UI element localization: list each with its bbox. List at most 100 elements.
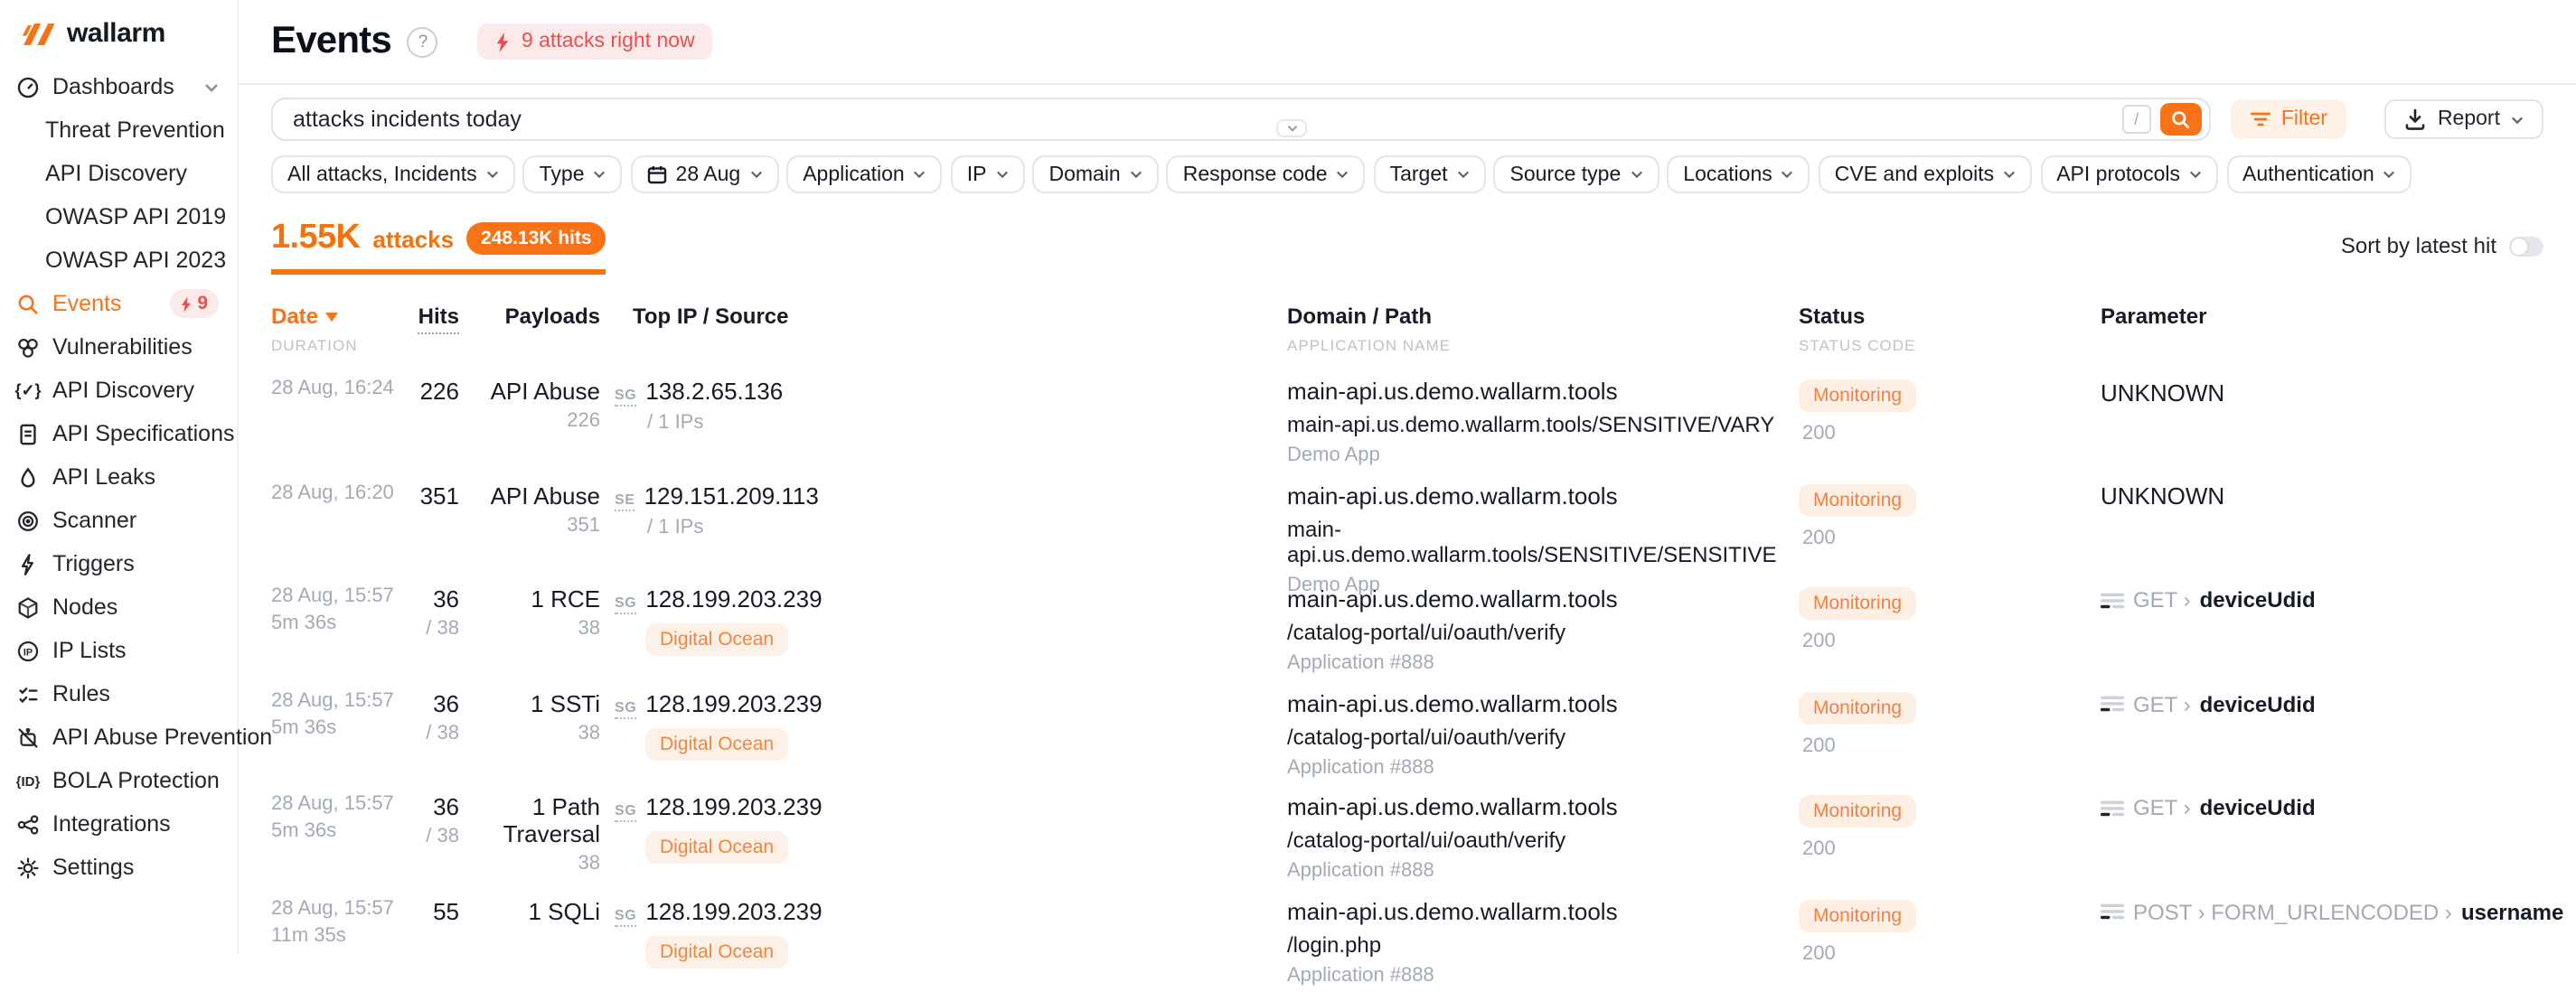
event-hits: 36: [409, 689, 459, 716]
column-date[interactable]: Date: [271, 304, 409, 329]
filter-chip[interactable]: API protocols: [2040, 155, 2218, 193]
sidebar-item-label: Rules: [52, 681, 110, 706]
sidebar-item-api-discovery[interactable]: {✓} API Discovery: [0, 369, 237, 412]
event-hits-total: / 38: [409, 618, 459, 640]
parameter-prefix: GET ›: [2133, 691, 2191, 716]
event-row[interactable]: 28 Aug, 15:57 11m 35s 55 1 SQLi SG: [271, 897, 2543, 1001]
filter-chip[interactable]: Domain: [1032, 155, 1158, 193]
filter-chip[interactable]: Target: [1374, 155, 1486, 193]
column-application-name: APPLICATION NAME: [1287, 336, 1799, 354]
filter-chip[interactable]: Application: [786, 155, 943, 193]
events-table: 28 Aug, 16:24 226 API Abuse 226 SG: [271, 378, 2543, 1001]
event-row[interactable]: 28 Aug, 15:57 5m 36s 36 / 38 1 Path Trav…: [271, 793, 2543, 897]
filter-chip[interactable]: Authentication: [2226, 155, 2412, 193]
radar-icon: [16, 509, 40, 532]
bot-off-icon: [16, 725, 40, 749]
attacks-now-badge[interactable]: 9 attacks right now: [478, 23, 713, 60]
column-duration: DURATION: [271, 336, 409, 354]
search-icon: [2171, 109, 2191, 129]
sort-toggle[interactable]: [2509, 236, 2543, 256]
event-date: 28 Aug, 15:57: [271, 897, 409, 919]
event-application: Application #888: [1287, 652, 1799, 674]
event-domain: main-api.us.demo.wallarm.tools: [1287, 585, 1799, 613]
sidebar-item-owasp-api-2023[interactable]: OWASP API 2023: [0, 239, 237, 282]
sidebar-item-scanner[interactable]: Scanner: [0, 499, 237, 542]
event-domain: main-api.us.demo.wallarm.tools: [1287, 482, 1799, 509]
filter-chip[interactable]: 28 Aug: [631, 155, 779, 193]
sidebar-item-api-abuse-prevention[interactable]: API Abuse Prevention: [0, 716, 237, 759]
help-icon[interactable]: ?: [408, 26, 438, 57]
sidebar-item-vulnerabilities[interactable]: Vulnerabilities: [0, 325, 237, 369]
report-button[interactable]: Report: [2385, 99, 2543, 139]
sidebar-item-events[interactable]: Events 9: [0, 282, 237, 325]
wallarm-logo-icon: [22, 21, 58, 46]
chevron-down-icon: [1286, 125, 1297, 132]
search-input[interactable]: [293, 107, 2122, 132]
table-header: Date DURATION Hits Payloads Top IP / Sou…: [271, 304, 2543, 354]
event-duration: 5m 36s: [271, 716, 409, 738]
status-badge: Monitoring: [1799, 899, 1916, 931]
country-code-badge[interactable]: SG: [615, 802, 636, 822]
country-code-badge[interactable]: SG: [615, 387, 636, 407]
sidebar-item-settings[interactable]: Settings: [0, 846, 237, 889]
filter-chip[interactable]: IP: [951, 155, 1025, 193]
sidebar-item-integrations[interactable]: Integrations: [0, 802, 237, 846]
event-ip: 138.2.65.136: [645, 378, 783, 405]
event-row[interactable]: 28 Aug, 16:24 226 API Abuse 226 SG: [271, 378, 2543, 482]
filter-chip[interactable]: Source type: [1494, 155, 1659, 193]
chevron-down-icon: [1782, 170, 1794, 179]
column-hits[interactable]: Hits: [418, 304, 459, 334]
event-path: /catalog-portal/ui/oauth/verify: [1287, 828, 1799, 853]
event-domain: main-api.us.demo.wallarm.tools: [1287, 897, 1799, 924]
filter-chip[interactable]: Locations: [1667, 155, 1810, 193]
event-date: 28 Aug, 16:20: [271, 482, 409, 503]
filter-chip[interactable]: CVE and exploits: [1819, 155, 2032, 193]
sidebar-item-owasp-api-2019[interactable]: OWASP API 2019: [0, 195, 237, 239]
filter-chip-label: Domain: [1048, 164, 1120, 185]
event-path: /catalog-portal/ui/oauth/verify: [1287, 620, 1799, 645]
sidebar-item-dashboards[interactable]: Dashboards: [0, 65, 237, 108]
filter-chip-label: Locations: [1683, 164, 1772, 185]
parameter-prefix: GET ›: [2133, 795, 2191, 820]
sidebar-item-bola-protection[interactable]: {ID} BOLA Protection: [0, 759, 237, 802]
lightning-icon: [496, 32, 511, 51]
hits-count-badge: 248.13K hits: [466, 222, 606, 255]
sidebar-item-triggers[interactable]: Triggers: [0, 542, 237, 585]
sidebar-item-api-specifications[interactable]: API Specifications: [0, 412, 237, 455]
filter-chip-label: Target: [1390, 164, 1448, 185]
sidebar-item-nodes[interactable]: Nodes: [0, 585, 237, 629]
status-badge: Monitoring: [1799, 587, 1916, 620]
event-ip: 129.151.209.113: [644, 482, 819, 509]
page-title: Events: [271, 20, 391, 63]
filter-chip[interactable]: All attacks, Incidents: [271, 155, 515, 193]
sidebar-item-api-discovery-dashboard[interactable]: API Discovery: [0, 152, 237, 195]
country-code-badge[interactable]: SG: [615, 594, 636, 614]
search-toolbar: / Filter Report: [271, 98, 2543, 141]
country-code-badge[interactable]: SG: [615, 906, 636, 926]
event-row[interactable]: 28 Aug, 16:20 351 API Abuse 351 SE: [271, 482, 2543, 585]
filter-chip[interactable]: Response code: [1167, 155, 1366, 193]
country-code-badge[interactable]: SE: [615, 491, 635, 510]
source-provider-tag: Digital Ocean: [645, 935, 788, 968]
filter-button[interactable]: Filter: [2231, 99, 2347, 139]
sidebar-item-rules[interactable]: Rules: [0, 672, 237, 716]
status-code: 200: [1799, 423, 2101, 444]
country-code-badge[interactable]: SG: [615, 698, 636, 718]
status-code: 200: [1799, 631, 2101, 652]
wallarm-logo[interactable]: wallarm: [0, 0, 237, 49]
sidebar-item-api-leaks[interactable]: API Leaks: [0, 455, 237, 499]
chevron-down-icon: [1337, 170, 1349, 179]
filter-chip[interactable]: Type: [523, 155, 623, 193]
calendar-icon: [647, 164, 667, 184]
id-braces-icon: {ID}: [16, 769, 40, 792]
filter-chip-label: IP: [967, 164, 987, 185]
parameter-prefix: POST › FORM_URLENCODED ›: [2133, 899, 2452, 924]
event-row[interactable]: 28 Aug, 15:57 5m 36s 36 / 38 1 RCE 38 SG: [271, 585, 2543, 689]
sidebar-item-threat-prevention[interactable]: Threat Prevention: [0, 108, 237, 152]
event-row[interactable]: 28 Aug, 15:57 5m 36s 36 / 38 1 SSTi 38 S…: [271, 689, 2543, 793]
collapse-filters-handle[interactable]: [1276, 119, 1307, 137]
sidebar-item-ip-lists[interactable]: IP IP Lists: [0, 629, 237, 672]
chevron-down-icon: [486, 170, 499, 179]
column-source: Top IP / Source: [600, 304, 1287, 354]
search-button[interactable]: [2160, 103, 2202, 136]
